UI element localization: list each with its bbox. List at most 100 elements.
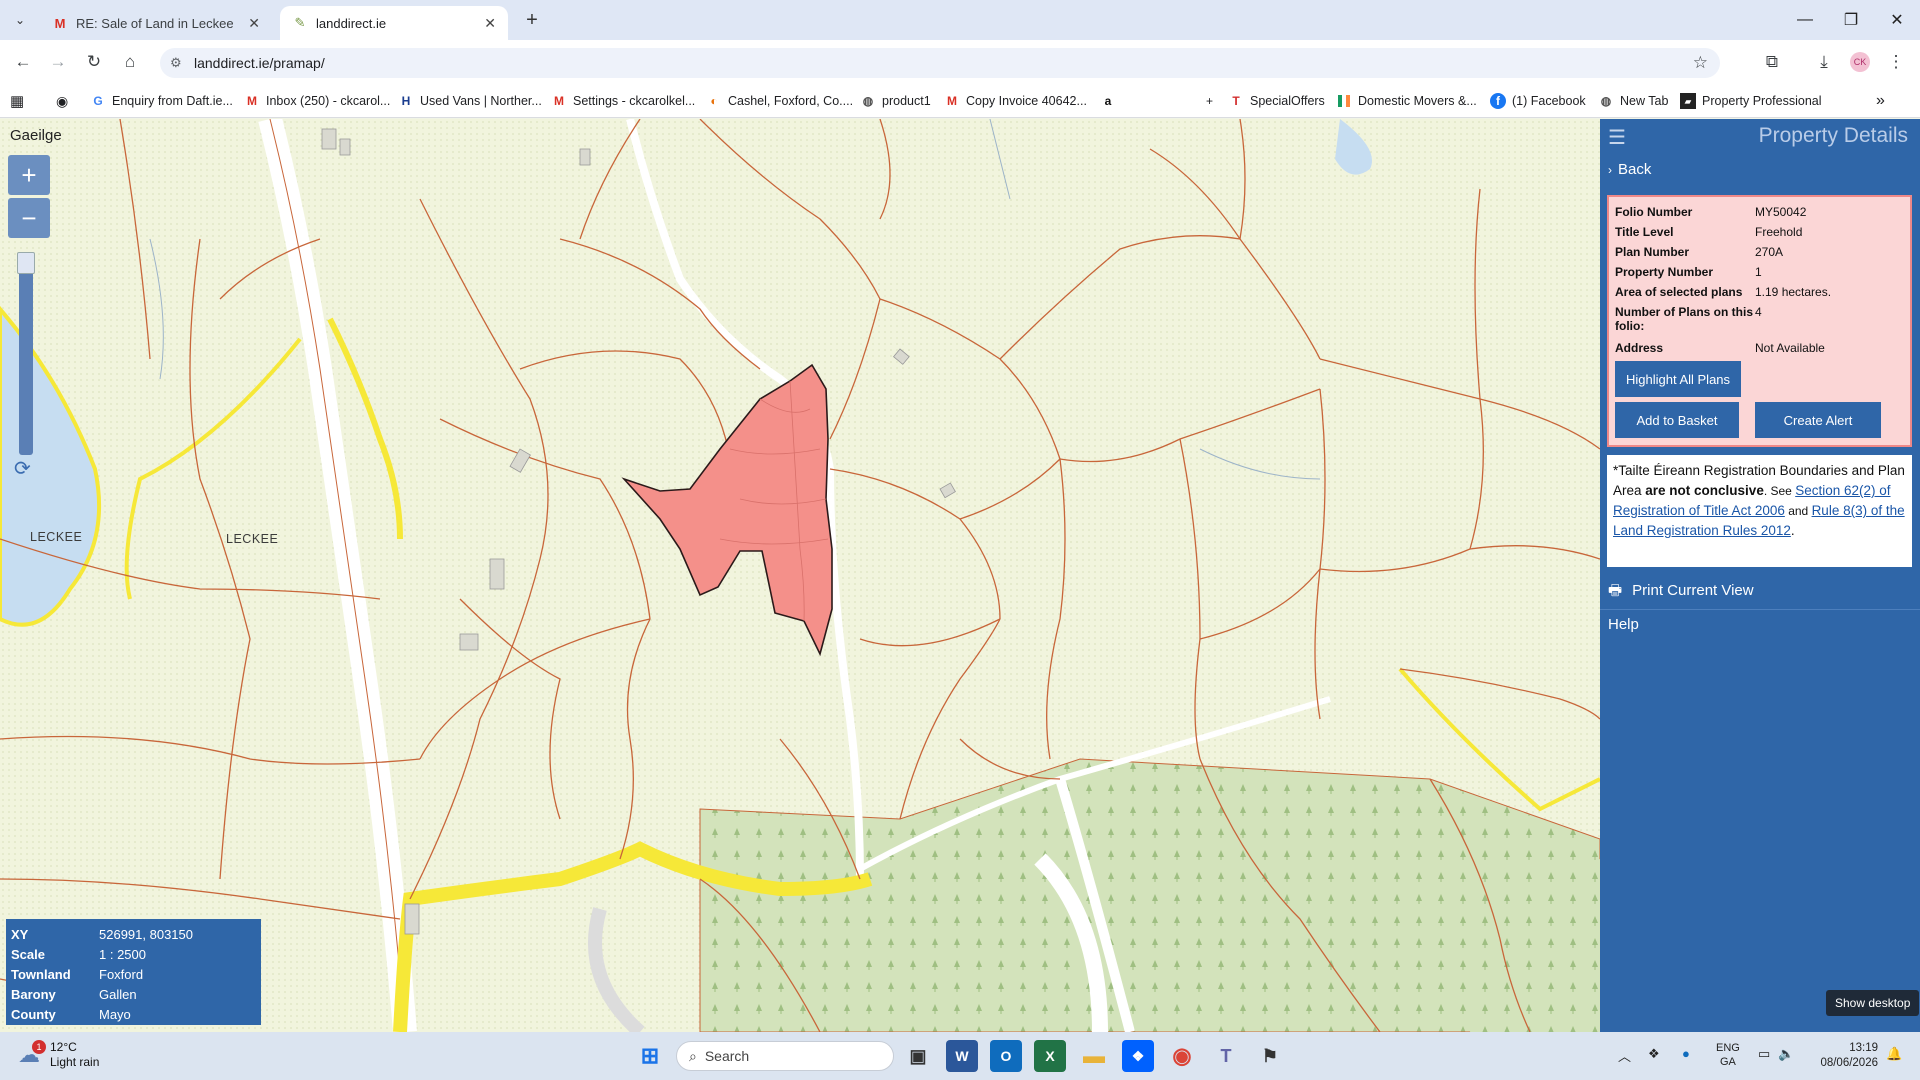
zoom-out-button[interactable]: − xyxy=(8,198,50,238)
minimize-icon[interactable]: — xyxy=(1782,0,1828,40)
site-info-icon[interactable]: ⚙ xyxy=(170,55,182,71)
info-row: Townland Foxford xyxy=(11,966,144,982)
pp-icon: ▰ xyxy=(1680,93,1696,109)
map-view[interactable] xyxy=(0,119,1600,1032)
word-icon[interactable]: W xyxy=(946,1040,978,1072)
address-bar[interactable]: ⚙ landdirect.ie/pramap/ ☆ xyxy=(160,48,1720,78)
chrome-icon[interactable]: ◉ xyxy=(1166,1040,1198,1072)
zoom-in-button[interactable]: + xyxy=(8,155,50,195)
gmail-icon: M xyxy=(554,94,564,108)
google-icon: G xyxy=(93,94,103,108)
place-label: LECKEE xyxy=(226,532,279,546)
task-view-icon[interactable]: ▣ xyxy=(902,1040,934,1072)
profile-avatar[interactable]: CK xyxy=(1848,50,1872,74)
back-link[interactable]: › Back xyxy=(1608,161,1651,178)
map-icon: ◐ xyxy=(710,94,718,108)
bookmark-item[interactable]: M Inbox (250) - ckcarol... xyxy=(244,91,390,111)
more-bookmarks-icon[interactable]: » xyxy=(1876,91,1885,111)
forward-icon[interactable]: → xyxy=(46,50,70,74)
extensions-icon[interactable]: ⧉ xyxy=(1760,50,1784,74)
print-current-view-link[interactable]: 🖶 Print Current View xyxy=(1608,580,1754,605)
gmail-icon: M xyxy=(54,15,66,31)
panel-header: ☰ Property Details xyxy=(1600,119,1920,155)
panel-title: Property Details xyxy=(1758,124,1908,147)
highlight-all-plans-button[interactable]: Highlight All Plans xyxy=(1615,361,1741,397)
url-text: landdirect.ie/pramap/ xyxy=(194,55,325,71)
bookmark-item[interactable]: a xyxy=(1100,91,1122,111)
bookmark-item[interactable]: ◍ New Tab xyxy=(1598,91,1669,111)
close-tab-icon[interactable]: ✕ xyxy=(248,15,260,32)
tab-search-icon[interactable]: ⌄ xyxy=(8,8,32,32)
refresh-icon[interactable]: ⟳ xyxy=(14,456,31,481)
close-window-icon[interactable]: ✕ xyxy=(1874,0,1920,40)
create-alert-button[interactable]: Create Alert xyxy=(1755,402,1881,438)
bookmark-item[interactable]: ◍ product1 xyxy=(860,91,931,111)
gmail-icon: M xyxy=(247,94,257,108)
bookmark-item[interactable]: ▰ Property Professional xyxy=(1680,91,1822,111)
tray-app-icon[interactable]: ● xyxy=(1682,1046,1690,1061)
zoom-slider-handle[interactable] xyxy=(17,252,35,274)
tab-email[interactable]: M RE: Sale of Land in Leckee - info ✕ xyxy=(40,6,272,40)
outlook-icon[interactable]: O xyxy=(990,1040,1022,1072)
menu-icon[interactable]: ⋮ xyxy=(1884,50,1908,74)
cloud-rain-icon: ☁ 1 xyxy=(18,1040,46,1068)
info-row: XY 526991, 803150 xyxy=(11,926,193,942)
download-icon[interactable]: ⤓ xyxy=(1812,50,1836,74)
language-link[interactable]: Gaeilge xyxy=(10,127,62,144)
file-explorer-icon[interactable]: ▬ xyxy=(1078,1040,1110,1072)
zoom-slider[interactable] xyxy=(19,255,33,455)
hamburger-menu-icon[interactable]: ☰ xyxy=(1608,125,1626,150)
dropbox-icon[interactable]: ❖ xyxy=(1122,1040,1154,1072)
weather-badge: 1 xyxy=(32,1040,46,1054)
property-details-panel: ☰ Property Details › Back Folio Number MY5… xyxy=(1600,119,1920,1032)
reload-icon[interactable]: ↻ xyxy=(82,50,106,74)
info-row: Barony Gallen xyxy=(11,986,137,1002)
restore-icon[interactable]: ❐ xyxy=(1828,0,1874,40)
tab-title: RE: Sale of Land in Leckee - info xyxy=(76,15,236,31)
bookmark-item[interactable]: T SpecialOffers xyxy=(1228,91,1324,111)
new-tab-button[interactable]: + xyxy=(520,8,544,32)
detail-row: Number of Plans on this folio: 4 xyxy=(1615,305,1762,333)
chevron-up-icon[interactable]: ︿ xyxy=(1618,1046,1631,1065)
help-link[interactable]: Help xyxy=(1608,616,1639,633)
teams-icon[interactable]: T xyxy=(1210,1040,1242,1072)
tab-landdirect[interactable]: ✎ landdirect.ie ✕ xyxy=(280,6,508,40)
bookmark-item[interactable]: M Copy Invoice 40642... xyxy=(944,91,1087,111)
weather-temp: 12°C xyxy=(50,1040,77,1054)
clock[interactable]: 13:19 08/06/2026 xyxy=(1814,1041,1878,1071)
home-icon[interactable]: ⌂ xyxy=(118,50,142,74)
add-to-basket-button[interactable]: Add to Basket xyxy=(1615,402,1739,438)
bookmark-overflow-icon[interactable]: + xyxy=(1206,91,1213,111)
bookmark-item[interactable]: G Enquiry from Daft.ie... xyxy=(90,91,233,111)
bookmark-item[interactable]: Domestic Movers &... xyxy=(1336,91,1477,111)
bookmark-item[interactable]: M Settings - ckcarolkel... xyxy=(551,91,695,111)
weather-widget[interactable]: ☁ 1 12°C Light rain xyxy=(18,1040,99,1070)
apps-icon[interactable]: ▦ xyxy=(10,91,24,111)
bookmark-item[interactable]: f (1) Facebook xyxy=(1490,91,1586,111)
windows-start-icon[interactable]: ⊞ xyxy=(634,1040,666,1072)
map-info-box: XY 526991, 803150 Scale 1 : 2500 Townland F… xyxy=(6,919,261,1025)
printer-icon: 🖶 xyxy=(1608,582,1623,599)
amazon-icon: a xyxy=(1104,94,1112,108)
dropbox-tray-icon[interactable]: ❖ xyxy=(1648,1046,1660,1062)
bookmark-star-icon[interactable]: ☆ xyxy=(1693,53,1708,73)
taskbar-search[interactable]: ⌕ Search xyxy=(676,1041,894,1071)
detail-row: Title Level Freehold xyxy=(1615,225,1803,239)
bookmark-item[interactable]: ◐ Cashel, Foxford, Co.... xyxy=(706,91,853,111)
t-icon: T xyxy=(1232,94,1240,108)
back-icon[interactable]: ← xyxy=(11,50,35,74)
detail-row: Folio Number MY50042 xyxy=(1615,205,1807,219)
excel-icon[interactable]: X xyxy=(1034,1040,1066,1072)
network-icon[interactable]: ▭ xyxy=(1758,1046,1770,1062)
volume-icon[interactable]: 🔈 xyxy=(1778,1046,1794,1062)
search-icon: ⌕ xyxy=(689,1047,697,1064)
map-canvas[interactable] xyxy=(0,119,1600,1032)
chevron-right-icon: › xyxy=(1608,163,1612,177)
panel-divider xyxy=(1600,609,1920,610)
notifications-icon[interactable]: 🔔 xyxy=(1886,1046,1902,1062)
tab-title: landdirect.ie xyxy=(316,15,387,31)
bookmark-item[interactable]: H Used Vans | Norther... xyxy=(398,91,542,111)
app-icon[interactable]: ⚑ xyxy=(1254,1040,1286,1072)
language-indicator[interactable]: ENG GA xyxy=(1716,1041,1740,1069)
close-tab-icon[interactable]: ✕ xyxy=(484,15,496,32)
